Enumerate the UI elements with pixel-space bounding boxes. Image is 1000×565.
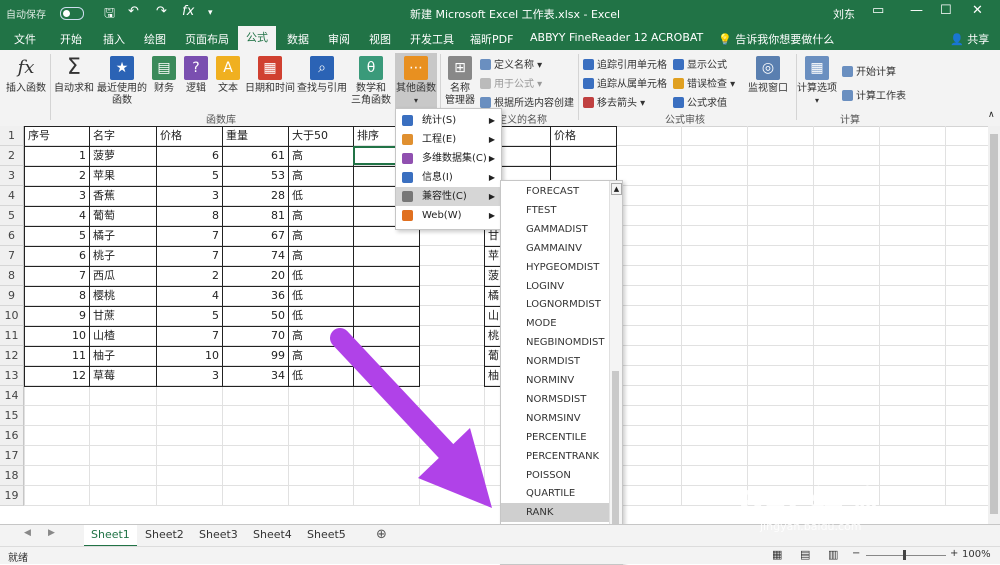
zoom-level[interactable]: 100%	[962, 549, 991, 560]
watermark-url: jingyan.baidu.com	[760, 520, 862, 533]
watermark: Bai 经验	[738, 484, 879, 524]
status-ready: 就绪	[8, 553, 28, 564]
zoom-slider-handle[interactable]	[903, 550, 906, 560]
page-break-view-icon[interactable]: ▥	[828, 548, 838, 561]
prev-sheet-icon[interactable]: ◀	[24, 528, 31, 538]
add-sheet-icon[interactable]: ⊕	[376, 527, 387, 542]
sheet-tab-1[interactable]: Sheet1	[84, 525, 137, 547]
sheet-tab-4[interactable]: Sheet4	[246, 525, 299, 545]
zoom-slider[interactable]	[866, 555, 946, 556]
page-layout-view-icon[interactable]: ▤	[800, 548, 810, 561]
zoom-in-icon[interactable]: +	[950, 548, 958, 559]
sheet-tab-5[interactable]: Sheet5	[300, 525, 353, 545]
normal-view-icon[interactable]: ▦	[772, 548, 782, 561]
sheet-tab-2[interactable]: Sheet2	[138, 525, 191, 545]
zoom-out-icon[interactable]: −	[852, 548, 860, 559]
status-bar: 就绪 ▦ ▤ ▥ − + 100%	[0, 546, 1000, 564]
sheet-tab-3[interactable]: Sheet3	[192, 525, 245, 545]
next-sheet-icon[interactable]: ▶	[48, 528, 55, 538]
